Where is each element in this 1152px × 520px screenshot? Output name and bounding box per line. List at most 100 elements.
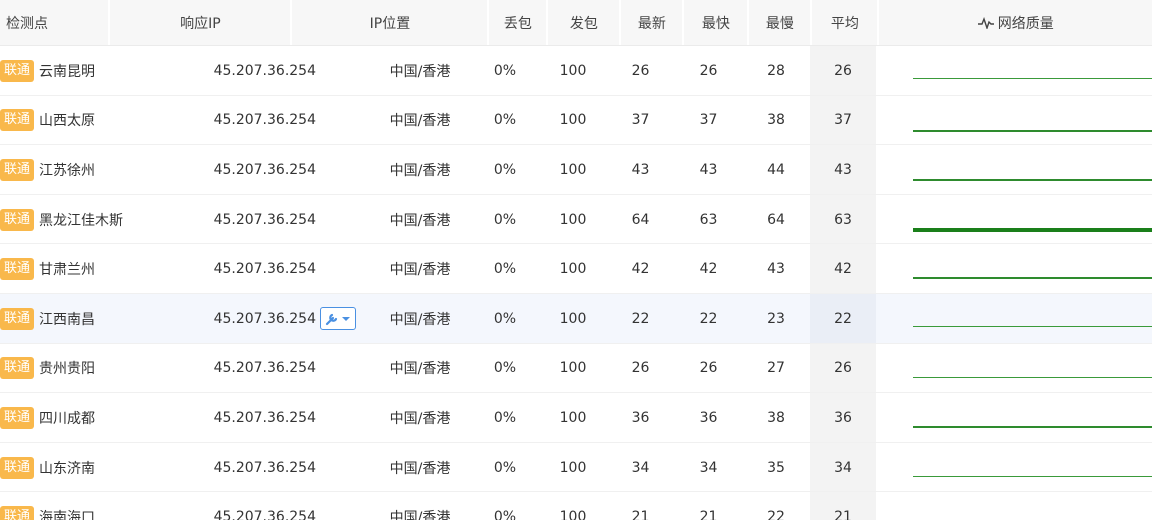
latency-latest: 34 <box>631 459 650 476</box>
quality-line <box>913 277 1152 280</box>
latency-fastest: 26 <box>699 62 718 79</box>
ip-location: 中国/香港 <box>389 311 451 328</box>
table-header: 检测点 响应IP IP位置 丢包 发包 最新 最快 最慢 平均 网络质量 <box>0 0 1152 46</box>
header-slowest[interactable]: 最慢 <box>749 0 813 45</box>
packet-loss: 0% <box>493 211 517 228</box>
latency-average: 22 <box>810 294 876 344</box>
response-ip[interactable]: 45.207.36.254 <box>214 212 316 228</box>
ip-location: 中国/香港 <box>389 361 451 378</box>
quality-cell <box>876 195 1152 245</box>
quality-cell <box>876 145 1152 195</box>
latency-average: 26 <box>810 46 876 96</box>
latency-fastest: 63 <box>699 211 718 228</box>
packet-loss: 0% <box>493 459 517 476</box>
node-name: 甘肃兰州 <box>39 262 96 279</box>
ip-location: 中国/香港 <box>389 460 451 477</box>
response-ip[interactable]: 45.207.36.254 <box>214 509 316 520</box>
ip-cell: 45.207.36.254 <box>170 344 370 394</box>
packets-sent: 100 <box>559 62 587 79</box>
latency-fastest: 26 <box>699 360 718 377</box>
header-location[interactable]: IP位置 <box>292 0 490 45</box>
node-cell: 联通 山西太原 <box>0 96 170 146</box>
latency-latest: 43 <box>631 161 650 178</box>
quality-cell <box>876 244 1152 294</box>
response-ip[interactable]: 45.207.36.254 <box>214 410 316 426</box>
header-sent[interactable]: 发包 <box>548 0 622 45</box>
header-average[interactable]: 平均 <box>812 0 880 45</box>
response-ip[interactable]: 45.207.36.254 <box>214 460 316 476</box>
header-ip[interactable]: 响应IP <box>110 0 293 45</box>
quality-line <box>913 78 1152 79</box>
header-fastest[interactable]: 最快 <box>684 0 750 45</box>
table-row[interactable]: 联通 贵州贵阳 45.207.36.254 中国/香港 0% 100 26 26… <box>0 343 1152 394</box>
latency-slowest: 22 <box>767 509 785 520</box>
response-ip[interactable]: 45.207.36.254 <box>214 311 316 327</box>
table-row[interactable]: 联通 江苏徐州 45.207.36.254 中国/香港 0% 100 43 43… <box>0 145 1152 195</box>
quality-cell <box>876 393 1152 443</box>
latency-slowest: 38 <box>767 409 785 426</box>
packets-sent: 100 <box>559 211 587 228</box>
quality-line <box>913 426 1152 429</box>
node-cell: 联通 甘肃兰州 <box>0 244 170 294</box>
wrench-dropdown-icon[interactable] <box>320 307 356 330</box>
packets-sent: 100 <box>559 360 587 377</box>
quality-cell <box>876 492 1152 520</box>
packets-sent: 100 <box>559 409 587 426</box>
latency-latest: 26 <box>631 360 650 377</box>
isp-badge: 联通 <box>0 357 35 380</box>
node-name: 贵州贵阳 <box>39 361 96 378</box>
latency-average: 34 <box>810 442 876 493</box>
table-row[interactable]: 联通 海南海口 45.207.36.254 中国/香港 0% 100 21 21… <box>0 492 1152 520</box>
header-latest[interactable]: 最新 <box>621 0 685 45</box>
header-node[interactable]: 检测点 <box>0 0 111 45</box>
response-ip[interactable]: 45.207.36.254 <box>214 63 316 79</box>
response-ip[interactable]: 45.207.36.254 <box>214 112 316 128</box>
latency-latest: 21 <box>631 509 650 520</box>
latency-latest: 64 <box>631 211 650 228</box>
node-name: 山东济南 <box>39 460 96 477</box>
ip-cell: 45.207.36.254 <box>170 96 370 146</box>
table-row[interactable]: 联通 四川成都 45.207.36.254 中国/香港 0% 100 36 36… <box>0 393 1152 443</box>
isp-badge: 联通 <box>0 307 35 330</box>
latency-latest: 37 <box>631 112 650 129</box>
node-name: 黑龙江佳木斯 <box>39 212 124 229</box>
packet-loss: 0% <box>493 509 517 520</box>
latency-slowest: 28 <box>767 62 785 79</box>
packets-sent: 100 <box>559 112 587 129</box>
table-row[interactable]: 联通 云南昆明 45.207.36.254 中国/香港 0% 100 26 26… <box>0 46 1152 96</box>
packets-sent: 100 <box>559 459 587 476</box>
table-row[interactable]: 联通 黑龙江佳木斯 45.207.36.254 中国/香港 0% 100 64 … <box>0 194 1152 245</box>
header-quality[interactable]: 网络质量 <box>879 0 1152 45</box>
quality-line <box>913 475 1152 477</box>
latency-fastest: 37 <box>699 112 718 129</box>
quality-line <box>913 376 1152 378</box>
isp-badge: 联通 <box>0 258 35 281</box>
ip-location: 中国/香港 <box>389 212 451 229</box>
latency-slowest: 23 <box>767 310 785 327</box>
table-row[interactable]: 联通 甘肃兰州 45.207.36.254 中国/香港 0% 100 42 42… <box>0 244 1152 294</box>
node-cell: 联通 黑龙江佳木斯 <box>0 195 170 245</box>
latency-average: 21 <box>810 492 876 520</box>
latency-slowest: 27 <box>767 360 785 377</box>
response-ip[interactable]: 45.207.36.254 <box>214 360 316 376</box>
quality-line <box>913 129 1152 132</box>
isp-badge: 联通 <box>0 208 35 231</box>
quality-cell <box>876 96 1152 146</box>
latency-slowest: 38 <box>767 112 785 129</box>
table-row[interactable]: 联通 江西南昌 45.207.36.254 中国/香港 0% 100 22 22… <box>0 294 1152 344</box>
packet-loss: 0% <box>493 409 517 426</box>
quality-cell <box>876 46 1152 96</box>
table-row[interactable]: 联通 山东济南 45.207.36.254 中国/香港 0% 100 34 34… <box>0 442 1152 493</box>
header-quality-label: 网络质量 <box>997 15 1054 32</box>
header-loss[interactable]: 丢包 <box>489 0 549 45</box>
ip-location: 中国/香港 <box>389 113 451 130</box>
node-name: 山西太原 <box>39 113 96 130</box>
response-ip[interactable]: 45.207.36.254 <box>214 162 316 178</box>
latency-fastest: 34 <box>699 459 718 476</box>
response-ip[interactable]: 45.207.36.254 <box>214 261 316 277</box>
table-row[interactable]: 联通 山西太原 45.207.36.254 中国/香港 0% 100 37 37… <box>0 95 1152 146</box>
ip-cell: 45.207.36.254 <box>170 244 370 294</box>
quality-line <box>913 326 1152 327</box>
latency-latest: 36 <box>631 409 650 426</box>
packet-loss: 0% <box>493 310 517 327</box>
